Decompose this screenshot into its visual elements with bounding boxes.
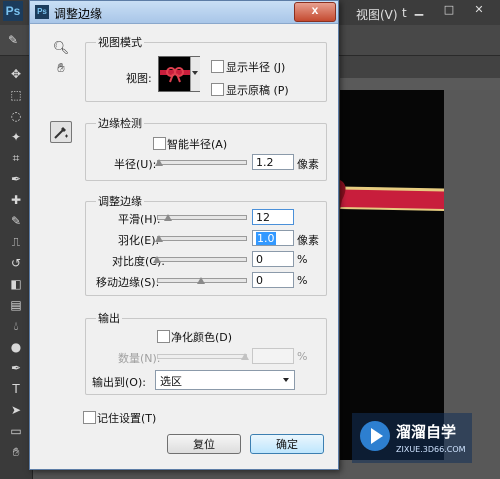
amount-unit: % [297, 350, 308, 363]
magic-wand-icon[interactable]: ✦ [8, 129, 24, 145]
watermark: 溜溜自学 ZIXUE.3D66.COM [352, 413, 472, 463]
dodge-icon[interactable]: ● [8, 339, 24, 355]
view-dropdown[interactable] [158, 56, 200, 92]
dialog-title: 调整边缘 [54, 7, 103, 21]
eyedropper-icon[interactable]: ✒ [8, 171, 24, 187]
type-icon[interactable]: T [8, 381, 24, 397]
output-legend: 输出 [98, 312, 120, 325]
amount-label: 数量(N): [118, 352, 161, 365]
feather-input[interactable]: 1.0 [252, 230, 294, 246]
radius-slider-track[interactable] [157, 160, 247, 165]
contrast-slider-track[interactable] [157, 257, 247, 262]
radius-input[interactable]: 1.2 [252, 154, 294, 170]
view-dropdown-arrow [190, 57, 200, 91]
feather-value-selected: 1.0 [256, 232, 276, 245]
contrast-unit: % [297, 253, 308, 266]
remember-settings-checkbox[interactable] [83, 411, 96, 424]
refine-radius-tool-icon[interactable] [50, 121, 72, 143]
watermark-subtitle: ZIXUE.3D66.COM [396, 445, 466, 454]
view-mode-group: 视图模式 [85, 34, 327, 102]
feather-unit: 像素 [297, 234, 319, 247]
dialog-close-button[interactable]: x [294, 2, 336, 22]
view-label: 视图: [126, 72, 152, 85]
watermark-title: 溜溜自学 [396, 423, 457, 441]
canvas[interactable] [340, 90, 444, 460]
clone-stamp-icon[interactable]: ⎍ [8, 234, 24, 250]
marquee-icon[interactable]: ⬚ [8, 87, 24, 103]
amount-slider-track [157, 354, 247, 359]
chevron-down-icon [283, 378, 289, 382]
menu-view[interactable]: 视图(V) [356, 6, 398, 23]
amount-slider-thumb [241, 353, 249, 360]
feather-slider-thumb[interactable] [154, 235, 163, 242]
shift-edge-unit: % [297, 274, 308, 287]
smooth-slider-thumb[interactable] [163, 214, 172, 221]
history-brush-icon[interactable]: ↺ [8, 255, 24, 271]
maximize-icon[interactable]: □ [438, 3, 460, 17]
shape-icon[interactable]: ▭ [8, 423, 24, 439]
eraser-icon[interactable]: ◧ [8, 276, 24, 292]
smooth-input[interactable]: 12 [252, 209, 294, 225]
show-original-label: 显示原稿 (P) [226, 84, 289, 97]
adjust-edge-legend: 调整边缘 [98, 195, 142, 208]
reset-button[interactable]: 复位 [167, 434, 241, 454]
amount-input [252, 348, 294, 364]
photoshop-icon: Ps [35, 5, 49, 19]
close-icon[interactable]: ✕ [468, 3, 490, 17]
feather-slider-track[interactable] [157, 236, 247, 241]
minimize-icon[interactable]: ▁ [408, 3, 430, 17]
brush-icon[interactable]: ✎ [8, 213, 24, 229]
output-to-label: 输出到(O): [92, 376, 146, 389]
zoom-icon[interactable]: 🔍︎ [51, 39, 71, 59]
move-icon[interactable]: ✥ [8, 66, 24, 82]
photoshop-logo: Ps [3, 1, 23, 21]
shift-edge-input[interactable]: 0 [252, 272, 294, 288]
edge-detection-legend: 边缘检测 [98, 117, 142, 130]
shift-edge-slider-thumb[interactable] [197, 277, 205, 284]
show-radius-label: 显示半径 (J) [226, 61, 286, 74]
options-tool-icon[interactable]: ✎ [8, 33, 18, 47]
output-to-select[interactable]: 选区 [155, 370, 295, 390]
hand-icon[interactable]: ✋︎ [8, 444, 24, 460]
output-to-value: 选区 [160, 375, 182, 388]
window-controls: ▁ □ ✕ [394, 0, 500, 18]
radius-label: 半径(U): [114, 158, 157, 171]
pen-icon[interactable]: ✒ [8, 360, 24, 376]
crop-icon[interactable]: ⌗ [8, 150, 24, 166]
path-select-icon[interactable]: ➤ [8, 402, 24, 418]
decontaminate-label: 净化颜色(D) [171, 331, 233, 344]
contrast-slider-thumb[interactable] [153, 256, 161, 263]
smart-radius-label: 智能半径(A) [167, 138, 228, 151]
view-thumbnail [160, 67, 190, 83]
contrast-input[interactable]: 0 [252, 251, 294, 267]
shift-edge-label: 移动边缘(S): [96, 276, 160, 289]
feather-label: 羽化(E): [118, 234, 160, 247]
dialog-title-bar[interactable]: Ps 调整边缘 x [30, 1, 338, 24]
radius-slider-thumb[interactable] [154, 159, 163, 166]
refine-edge-dialog: Ps 调整边缘 x 🔍︎ ✋︎ 视图模式 视图: 显示半径 (J) 显示原稿 (… [29, 0, 339, 470]
decontaminate-checkbox[interactable] [157, 330, 170, 343]
smooth-label: 平滑(H): [118, 213, 161, 226]
play-icon [371, 428, 383, 444]
show-original-checkbox[interactable] [211, 83, 224, 96]
view-mode-legend: 视图模式 [98, 36, 142, 49]
ribbon-artwork [340, 180, 444, 211]
blur-icon[interactable]: 💧︎ [8, 318, 24, 334]
healing-brush-icon[interactable]: ✚ [8, 192, 24, 208]
lasso-icon[interactable]: ◌ [8, 108, 24, 124]
ok-button[interactable]: 确定 [250, 434, 324, 454]
gradient-icon[interactable]: ▤ [8, 297, 24, 313]
chevron-down-icon [192, 71, 198, 75]
show-radius-checkbox[interactable] [211, 60, 224, 73]
hand-icon[interactable]: ✋︎ [51, 59, 71, 79]
smart-radius-checkbox[interactable] [153, 137, 166, 150]
remember-settings-label: 记住设置(T) [97, 412, 157, 425]
radius-unit: 像素 [297, 158, 319, 171]
document-tab-bar [340, 56, 500, 78]
